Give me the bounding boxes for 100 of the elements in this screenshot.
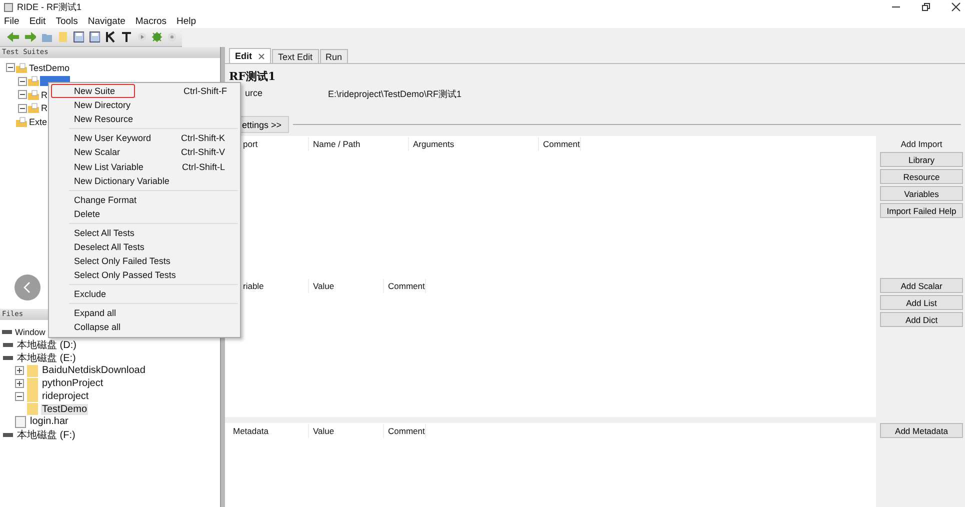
- keyword-icon[interactable]: [105, 31, 116, 43]
- side-button[interactable]: Add Dict: [880, 312, 963, 327]
- source-path: E:\rideproject\TestDemo\RF测试1: [328, 88, 462, 101]
- tree-item[interactable]: rideproject: [41, 390, 90, 402]
- tree-item[interactable]: 本地磁盘 (E:): [16, 351, 77, 365]
- suite-title: RF测试1: [228, 69, 277, 85]
- collapse-toggle-icon[interactable]: [15, 392, 24, 401]
- restore-icon[interactable]: [921, 2, 931, 12]
- tree-item[interactable]: 本地磁盘 (D:): [16, 338, 78, 352]
- menu-item-label: Delete: [74, 208, 100, 219]
- tree-item[interactable]: 本地磁盘 (F:): [16, 428, 76, 442]
- forward-arrow-icon[interactable]: [24, 31, 36, 43]
- section-label: Add Import: [900, 138, 944, 150]
- column-header: Name / Path: [309, 137, 409, 151]
- back-button-icon[interactable]: [14, 274, 41, 301]
- tree-item[interactable]: login.har: [29, 416, 70, 428]
- collapse-toggle-icon[interactable]: [15, 366, 24, 376]
- menu-item[interactable]: Collapse all: [51, 320, 238, 334]
- menu-item-label: Select All Tests: [74, 228, 134, 238]
- side-button[interactable]: Variables: [880, 186, 963, 201]
- menu-item[interactable]: New Dictionary Variable: [51, 174, 238, 188]
- column-header: Metadata: [229, 424, 309, 438]
- menu-item-label: Select Only Passed Tests: [74, 270, 176, 280]
- tree-item[interactable]: pythonProject: [41, 378, 104, 390]
- menu-item[interactable]: New Directory: [51, 98, 238, 112]
- menu-item[interactable]: Change Format: [51, 192, 238, 207]
- menu-item-label: Deselect All Tests: [74, 242, 144, 252]
- menu-item[interactable]: Macros: [135, 16, 167, 26]
- menu-item[interactable]: Edit: [29, 16, 46, 26]
- tree-item[interactable]: TestDemo: [41, 404, 88, 415]
- suite-folder-icon: [28, 90, 39, 100]
- menu-item-label: New Resource: [74, 114, 134, 124]
- collapse-toggle-icon[interactable]: [18, 90, 27, 100]
- menu-item[interactable]: Deselect All Tests: [51, 240, 238, 254]
- menu-item[interactable]: Help: [176, 16, 196, 26]
- side-button[interactable]: Add Scalar: [880, 278, 963, 293]
- menu-item-label: New Scalar: [74, 147, 120, 158]
- tree-item[interactable]: Window: [14, 327, 46, 338]
- column-header: Comment: [384, 424, 426, 438]
- menu-item[interactable]: New Resource: [51, 112, 238, 126]
- menu-item-label: New Directory: [74, 100, 131, 110]
- file-icon: [15, 416, 26, 428]
- suite-folder-icon: [16, 62, 27, 73]
- tab[interactable]: Run: [320, 49, 348, 63]
- close-icon[interactable]: [951, 2, 961, 12]
- save-icon[interactable]: [89, 31, 100, 43]
- menu-item[interactable]: Navigate: [88, 16, 126, 26]
- collapse-toggle-icon[interactable]: [6, 63, 15, 72]
- suite-folder-icon: [16, 116, 27, 127]
- side-button[interactable]: Add Metadata: [880, 423, 963, 438]
- menu-item-label: Expand all: [74, 308, 116, 318]
- shortcut-label: Ctrl-Shift-V: [180, 147, 225, 158]
- menu-item[interactable]: Tools: [56, 16, 78, 26]
- collapse-toggle-icon[interactable]: [15, 379, 24, 388]
- window-title: RIDE - RF测试1: [17, 0, 82, 14]
- field-label: urce: [245, 88, 264, 100]
- tab[interactable]: Text Edit: [272, 49, 319, 63]
- column-header: Comment: [539, 137, 581, 151]
- menu-item[interactable]: New List Variable Ctrl-Shift-L: [51, 159, 238, 174]
- side-button[interactable]: Resource: [880, 169, 963, 184]
- close-icon[interactable]: [258, 52, 265, 60]
- tree-item[interactable]: TestDemo: [28, 62, 71, 73]
- menu-item-label: Change Format: [74, 194, 137, 205]
- menu-item-label: New Dictionary Variable: [74, 176, 170, 186]
- shortcut-label: Ctrl-Shift-L: [182, 162, 225, 172]
- tab[interactable]: Edit: [229, 48, 271, 63]
- menu-item[interactable]: Select All Tests: [51, 226, 238, 240]
- side-button[interactable]: Import Failed Help: [880, 203, 963, 218]
- menu-item[interactable]: Select Only Failed Tests: [51, 254, 238, 268]
- tree-item[interactable]: BaiduNetdiskDownload: [41, 365, 146, 376]
- collapse-toggle-icon[interactable]: [18, 104, 27, 113]
- menu-item-label: Collapse all: [74, 322, 121, 332]
- menu-item-label: Select Only Failed Tests: [74, 256, 170, 266]
- save-icon[interactable]: [73, 31, 84, 43]
- menu-item[interactable]: File: [4, 16, 20, 26]
- menu-item-label: New List Variable: [74, 162, 144, 172]
- collapse-toggle-icon[interactable]: [18, 76, 27, 86]
- tree-item[interactable]: R: [40, 90, 48, 100]
- side-button[interactable]: Add List: [880, 295, 963, 310]
- column-header: Comment: [384, 279, 426, 293]
- bug-icon[interactable]: [151, 31, 162, 43]
- app-icon: [4, 2, 13, 12]
- settings-button[interactable]: ettings >>: [239, 116, 289, 133]
- back-arrow-icon[interactable]: [6, 31, 19, 43]
- suite-folder-icon: [28, 76, 39, 86]
- shortcut-label: Ctrl-Shift-F: [184, 86, 227, 96]
- menu-item-label: Exclude: [74, 289, 106, 300]
- shortcut-label: Ctrl-Shift-K: [180, 133, 225, 144]
- column-header: Value: [309, 279, 384, 293]
- menu-item[interactable]: Delete: [51, 206, 238, 221]
- play-icon[interactable]: [136, 32, 146, 42]
- test-icon[interactable]: [121, 31, 132, 43]
- column-header: Value: [309, 424, 384, 438]
- tree-item[interactable]: Exte: [28, 116, 48, 127]
- menu-item-label: New User Keyword: [74, 133, 152, 144]
- side-button[interactable]: Library: [880, 152, 963, 167]
- tree-item[interactable]: R: [40, 103, 48, 114]
- menu-item-label: New Suite: [74, 86, 116, 96]
- drive-icon: [3, 432, 13, 438]
- column-header: Arguments: [409, 137, 539, 151]
